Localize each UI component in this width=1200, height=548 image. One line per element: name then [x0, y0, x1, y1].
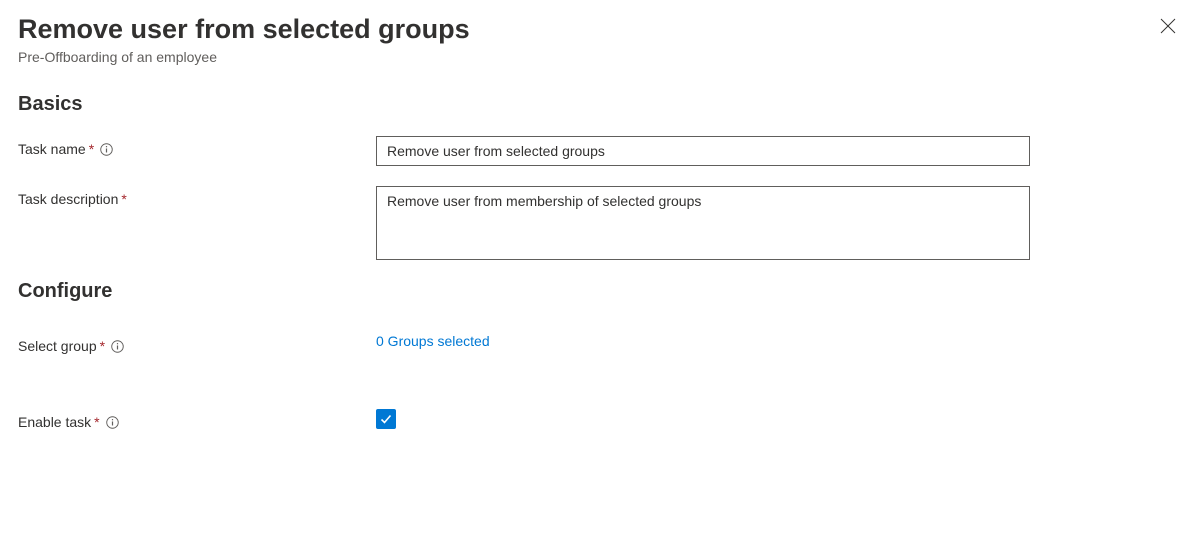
info-icon[interactable] — [111, 340, 124, 353]
select-group-label: Select group* — [18, 333, 376, 359]
select-group-link[interactable]: 0 Groups selected — [376, 333, 490, 349]
required-asterisk: * — [89, 141, 94, 157]
required-asterisk: * — [94, 414, 99, 430]
required-asterisk: * — [121, 191, 126, 207]
info-icon[interactable] — [106, 416, 119, 429]
task-name-input[interactable] — [376, 136, 1030, 166]
page-subtitle: Pre-Offboarding of an employee — [18, 49, 1176, 65]
enable-task-checkbox[interactable] — [376, 409, 396, 429]
check-icon — [379, 412, 393, 426]
section-heading-basics: Basics — [18, 93, 1176, 116]
row-task-description: Task description* Remove user from membe… — [18, 186, 1176, 260]
page-title: Remove user from selected groups — [18, 12, 1176, 47]
row-select-group: Select group* 0 Groups selected — [18, 333, 1176, 359]
row-task-name: Task name* — [18, 136, 1176, 166]
close-button[interactable] — [1160, 18, 1176, 37]
task-description-label: Task description* — [18, 186, 376, 212]
row-enable-task: Enable task* — [18, 409, 1176, 435]
info-icon[interactable] — [100, 143, 113, 156]
required-asterisk: * — [100, 338, 105, 354]
section-heading-configure: Configure — [18, 280, 1176, 303]
task-edit-panel: Remove user from selected groups Pre-Off… — [0, 0, 1200, 548]
enable-task-label: Enable task* — [18, 409, 376, 435]
task-name-label: Task name* — [18, 136, 376, 162]
task-description-input[interactable]: Remove user from membership of selected … — [376, 186, 1030, 260]
close-icon — [1160, 18, 1176, 34]
